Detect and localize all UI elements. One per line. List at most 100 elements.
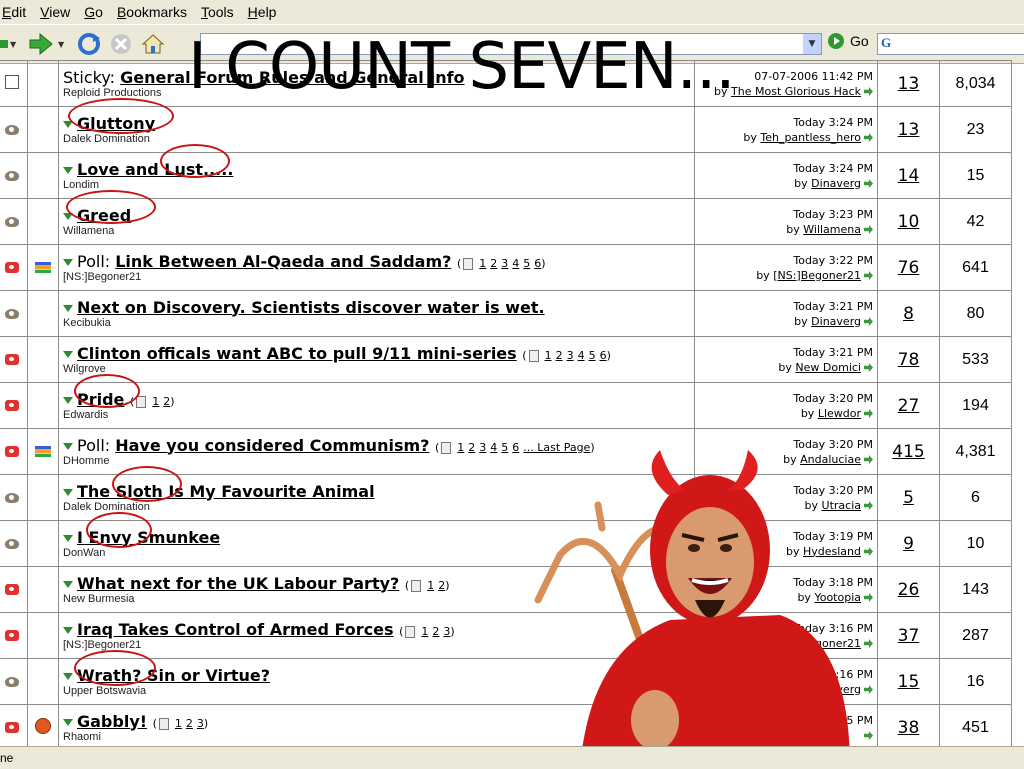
thread-author[interactable]: [NS:]Begoner21	[63, 271, 694, 284]
page-link[interactable]: 2	[468, 441, 475, 454]
goto-first-unread-icon[interactable]	[63, 442, 73, 450]
last-poster-link[interactable]: New Domici	[795, 361, 861, 374]
page-link[interactable]: 4	[490, 441, 497, 454]
menu-bookmarks[interactable]: Bookmarks	[110, 4, 194, 20]
replies-count-link[interactable]: 14	[898, 166, 920, 186]
thread-author[interactable]: Willamena	[63, 225, 694, 238]
page-link[interactable]: 4	[512, 257, 519, 270]
page-link[interactable]: 4	[578, 349, 585, 362]
page-link[interactable]: 5	[589, 349, 596, 362]
page-link[interactable]: 2	[163, 395, 170, 408]
page-link[interactable]: 2	[556, 349, 563, 362]
replies-count-link[interactable]: 13	[898, 120, 920, 140]
thread-title-link[interactable]: Link Between Al-Qaeda and Saddam?	[115, 252, 451, 271]
thread-title-link[interactable]: Have you considered Communism?	[115, 436, 429, 455]
page-link[interactable]: 2	[438, 579, 445, 592]
back-dropdown-icon[interactable]: ▼	[10, 40, 20, 49]
goto-last-post-icon[interactable]	[864, 225, 873, 234]
goto-first-unread-icon[interactable]	[63, 672, 73, 680]
last-poster-link[interactable]: Llewdor	[818, 407, 861, 420]
page-link[interactable]: 1	[479, 257, 486, 270]
menu-view[interactable]: View	[33, 4, 77, 20]
page-link[interactable]: 1	[457, 441, 464, 454]
page-link[interactable]: 6	[512, 441, 519, 454]
goto-first-unread-icon[interactable]	[63, 120, 73, 128]
menu-tools[interactable]: Tools	[194, 4, 241, 20]
replies-count-link[interactable]: 76	[898, 258, 920, 278]
page-link[interactable]: 6	[534, 257, 541, 270]
thread-title-link[interactable]: Wrath? Sin or Virtue?	[77, 666, 270, 685]
menu-edit[interactable]: Edit	[0, 4, 33, 20]
page-link[interactable]: 1	[175, 717, 182, 730]
goto-first-unread-icon[interactable]	[63, 580, 73, 588]
thread-author[interactable]: Wilgrove	[63, 363, 694, 376]
thread-author[interactable]: Londim	[63, 179, 694, 192]
thread-author[interactable]: Kecibukia	[63, 317, 694, 330]
replies-count-link[interactable]: 415	[892, 442, 924, 462]
stop-button[interactable]	[106, 29, 136, 59]
page-link[interactable]: 3	[443, 625, 450, 638]
replies-count-link[interactable]: 8	[903, 304, 914, 324]
address-dropdown-icon[interactable]: ▼	[803, 34, 821, 54]
goto-last-post-icon[interactable]	[864, 409, 873, 418]
page-link[interactable]: 3	[479, 441, 486, 454]
thread-title-link[interactable]: What next for the UK Labour Party?	[77, 574, 399, 593]
replies-count-link[interactable]: 37	[898, 626, 920, 646]
last-poster-link[interactable]: The Most Glorious Hack	[731, 85, 861, 98]
goto-first-unread-icon[interactable]	[63, 718, 73, 726]
search-input[interactable]: G	[877, 33, 1024, 55]
thread-title-link[interactable]: Next on Discovery. Scientists discover w…	[77, 298, 545, 317]
last-poster-link[interactable]: Teh_pantless_hero	[760, 131, 861, 144]
menu-help[interactable]: Help	[241, 4, 284, 20]
page-link[interactable]: 1	[545, 349, 552, 362]
goto-first-unread-icon[interactable]	[63, 534, 73, 542]
thread-title-link[interactable]: Greed	[77, 206, 131, 225]
thread-title-link[interactable]: Clinton officals want ABC to pull 9/11 m…	[77, 344, 517, 363]
page-link[interactable]: 6	[600, 349, 607, 362]
goto-first-unread-icon[interactable]	[63, 350, 73, 358]
home-button[interactable]	[138, 29, 168, 59]
last-poster-link[interactable]: [NS:]Begoner21	[773, 269, 861, 282]
page-link[interactable]: 3	[197, 717, 204, 730]
replies-count-link[interactable]: 15	[898, 672, 920, 692]
page-link[interactable]: 5	[501, 441, 508, 454]
page-link[interactable]: 3	[501, 257, 508, 270]
page-link[interactable]: 1	[427, 579, 434, 592]
replies-count-link[interactable]: 10	[898, 212, 920, 232]
goto-first-unread-icon[interactable]	[63, 258, 73, 266]
goto-last-post-icon[interactable]	[864, 133, 873, 142]
replies-count-link[interactable]: 9	[903, 534, 914, 554]
page-link[interactable]: 2	[432, 625, 439, 638]
goto-last-post-icon[interactable]	[864, 271, 873, 280]
replies-count-link[interactable]: 27	[898, 396, 920, 416]
replies-count-link[interactable]: 78	[898, 350, 920, 370]
thread-title-link[interactable]: Love and Lust.....	[77, 160, 233, 179]
goto-first-unread-icon[interactable]	[63, 488, 73, 496]
reload-button[interactable]	[74, 29, 104, 59]
replies-count-link[interactable]: 13	[898, 74, 920, 94]
thread-author[interactable]: Dalek Domination	[63, 133, 694, 146]
goto-first-unread-icon[interactable]	[63, 304, 73, 312]
thread-title-link[interactable]: I Envy Smunkee	[77, 528, 220, 547]
goto-first-unread-icon[interactable]	[63, 212, 73, 220]
last-poster-link[interactable]: Dinaverg	[811, 315, 861, 328]
page-link[interactable]: 2	[490, 257, 497, 270]
goto-last-post-icon[interactable]	[864, 317, 873, 326]
replies-count-link[interactable]: 5	[903, 488, 914, 508]
thread-title-link[interactable]: Pride	[77, 390, 124, 409]
forward-button[interactable]	[26, 29, 56, 59]
page-link[interactable]: 1	[421, 625, 428, 638]
go-button[interactable]: Go	[828, 33, 869, 49]
goto-last-post-icon[interactable]	[864, 87, 873, 96]
thread-title-link[interactable]: The Sloth Is My Favourite Animal	[77, 482, 375, 501]
menu-go[interactable]: Go	[77, 4, 110, 20]
replies-count-link[interactable]: 38	[898, 718, 920, 738]
goto-first-unread-icon[interactable]	[63, 166, 73, 174]
last-poster-link[interactable]: Willamena	[803, 223, 861, 236]
goto-last-post-icon[interactable]	[864, 179, 873, 188]
goto-last-post-icon[interactable]	[864, 363, 873, 372]
forward-dropdown-icon[interactable]: ▼	[58, 40, 68, 49]
goto-first-unread-icon[interactable]	[63, 626, 73, 634]
back-button[interactable]	[0, 29, 8, 59]
page-link[interactable]: 3	[567, 349, 574, 362]
